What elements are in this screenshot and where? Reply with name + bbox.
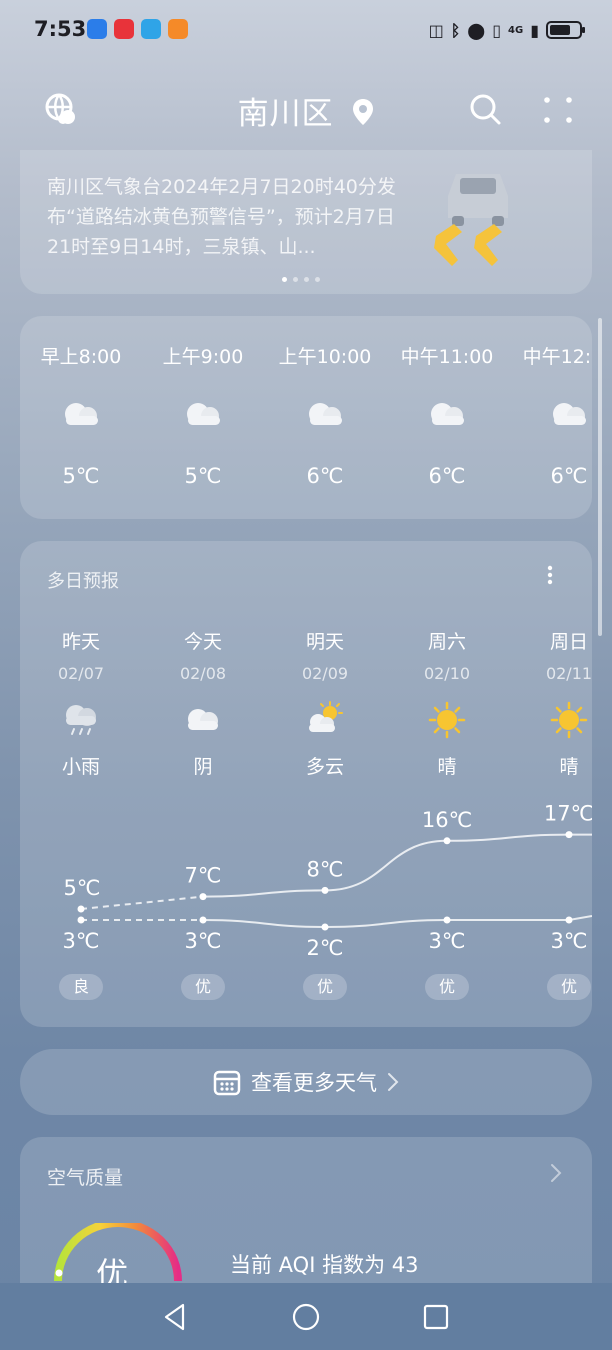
- cloudy-icon: [65, 403, 98, 425]
- search-icon[interactable]: [468, 92, 502, 126]
- city-name[interactable]: 南川区: [238, 96, 334, 132]
- more-options-icon[interactable]: [541, 92, 575, 126]
- view-more-weather-button[interactable]: 查看更多天气: [20, 1049, 592, 1115]
- weather-alert-card[interactable]: 南川区气象台2024年2月7日20时40分发布“道路结冰黄色预警信号”，预计2月…: [20, 150, 592, 294]
- signal-icon: ▮: [530, 20, 539, 40]
- low-temp-label: 3℃: [429, 929, 466, 953]
- low-temp-point: [565, 916, 573, 924]
- chevron-right-icon[interactable]: [550, 1163, 562, 1183]
- top-bar: 南川区: [0, 80, 612, 136]
- hourly-item: 上午10:00 6℃: [278, 346, 372, 488]
- high-temp-point: [321, 886, 329, 894]
- location-icon: ⬤: [467, 20, 486, 40]
- calendar-icon: [213, 1070, 241, 1096]
- high-temp-point: [443, 837, 451, 845]
- low-temp-label: 3℃: [551, 929, 588, 953]
- app-notification-icon: [114, 19, 134, 39]
- network-label: 4G: [508, 24, 524, 36]
- alert-page-indicator: [282, 277, 320, 282]
- home-button[interactable]: [291, 1302, 321, 1332]
- chevron-right-icon: [388, 1073, 399, 1091]
- low-temp-point: [321, 923, 329, 931]
- status-time: 7:53: [34, 17, 87, 41]
- high-temp-label: 5℃: [64, 876, 101, 900]
- high-temp-label: 17℃: [544, 802, 592, 826]
- aqi-badge: 良: [59, 974, 103, 1000]
- view-more-label: 查看更多天气: [251, 1071, 377, 1095]
- back-button[interactable]: [160, 1302, 190, 1332]
- high-temp-label: 8℃: [307, 857, 344, 881]
- bluetooth-icon: ᛒ: [450, 20, 461, 40]
- low-temp-point: [77, 916, 85, 924]
- low-temp-point: [443, 916, 451, 924]
- high-temp-point: [199, 893, 207, 901]
- low-temp-label: 3℃: [185, 929, 222, 953]
- daily-forecast-card[interactable]: 多日预报 昨天 02/07 小雨 今天 02/08 阴 明天 02/09 多云 …: [20, 541, 592, 1027]
- hourly-item: 中午12:00 6℃: [522, 346, 592, 488]
- aqi-badge: 优: [303, 974, 347, 1000]
- hourly-forecast-card[interactable]: 早上8:00 5℃ 上午9:00 5℃ 上午10:00 6℃ 中午11:00 6…: [20, 316, 592, 519]
- alert-text: 南川区气象台2024年2月7日20时40分发布“道路结冰黄色预警信号”，预计2月…: [47, 176, 396, 258]
- aqi-text: 当前 AQI 指数为 43: [230, 1253, 419, 1277]
- high-temp-label: 7℃: [185, 864, 222, 888]
- hourly-item: 早上8:00 5℃: [40, 346, 122, 488]
- aqi-badge: 优: [547, 974, 591, 1000]
- app-notification-icon: [141, 19, 161, 39]
- scrollbar[interactable]: [598, 318, 602, 636]
- high-temp-point: [565, 831, 573, 839]
- battery-icon: [546, 21, 585, 39]
- system-navigation-bar: [0, 1283, 612, 1350]
- app-notification-icon: [87, 19, 107, 39]
- aqi-badge: 优: [181, 974, 225, 1000]
- low-temp-line: [202, 915, 592, 929]
- location-pin-icon: [353, 99, 374, 125]
- low-temp-label: 3℃: [63, 929, 100, 953]
- recent-apps-button[interactable]: [421, 1302, 451, 1332]
- high-temp-line: [202, 833, 592, 898]
- nfc-icon: ◫: [428, 20, 444, 40]
- aqi-badge: 优: [425, 974, 469, 1000]
- air-quality-title: 空气质量: [47, 1167, 124, 1189]
- low-temp-point: [199, 916, 207, 924]
- low-temp-label: 2℃: [307, 936, 344, 960]
- high-temp-point: [77, 905, 85, 913]
- app-notification-icon: [168, 19, 188, 39]
- hourly-item: 中午11:00 6℃: [400, 346, 494, 488]
- road-icing-warning-icon: [434, 174, 508, 266]
- cloudy-icon: [553, 403, 586, 425]
- cloudy-icon: [431, 403, 464, 425]
- cloudy-icon: [309, 403, 342, 425]
- high-temp-label: 16℃: [422, 808, 472, 832]
- cloudy-icon: [187, 403, 220, 425]
- temperature-trend-chart: 5℃ 3℃ 7℃ 3℃ 8℃ 2℃ 16℃ 3℃ 17℃ 3℃: [63, 802, 592, 960]
- hourly-item: 上午9:00 5℃: [162, 346, 244, 488]
- vibrate-icon: ▯: [492, 20, 502, 40]
- status-bar: 7:53 ◫ ᛒ ⬤ ▯ 4G ▮: [0, 0, 612, 60]
